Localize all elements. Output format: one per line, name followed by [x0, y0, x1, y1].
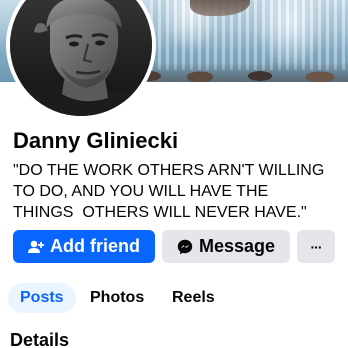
message-button[interactable]: Message [162, 230, 290, 263]
profile-actions: Add friend Message ··· [13, 230, 335, 263]
profile-name: Danny Gliniecki [13, 128, 179, 153]
cover-rocks [120, 62, 348, 82]
profile-bio: "DO THE WORK OTHERS ARN'T WILLING TO DO,… [13, 160, 335, 223]
messenger-icon [177, 239, 193, 255]
bio-line: TO DO, AND YOU WILL HAVE THE [13, 183, 269, 200]
tab-reels[interactable]: Reels [160, 283, 227, 313]
tab-posts[interactable]: Posts [8, 283, 76, 313]
cover-ice [150, 0, 348, 70]
more-button[interactable]: ··· [297, 230, 335, 263]
profile-avatar[interactable] [6, 0, 156, 120]
bio-line: "DO THE WORK OTHERS ARN'T WILLING [13, 162, 325, 179]
details-heading: Details [10, 330, 70, 348]
avatar-portrait [10, 0, 152, 116]
message-label: Message [198, 236, 276, 256]
tab-photos[interactable]: Photos [78, 283, 156, 313]
profile-page: Danny Gliniecki "DO THE WORK OTHERS ARN'… [0, 0, 348, 348]
person-plus-icon [28, 240, 44, 254]
add-friend-button[interactable]: Add friend [13, 230, 155, 263]
bio-line: THINGS OTHERS WILL NEVER HAVE." [13, 204, 307, 221]
add-friend-label: Add friend [50, 236, 140, 256]
profile-tabs: Posts Photos Reels [8, 283, 338, 313]
more-icon: ··· [310, 238, 323, 255]
